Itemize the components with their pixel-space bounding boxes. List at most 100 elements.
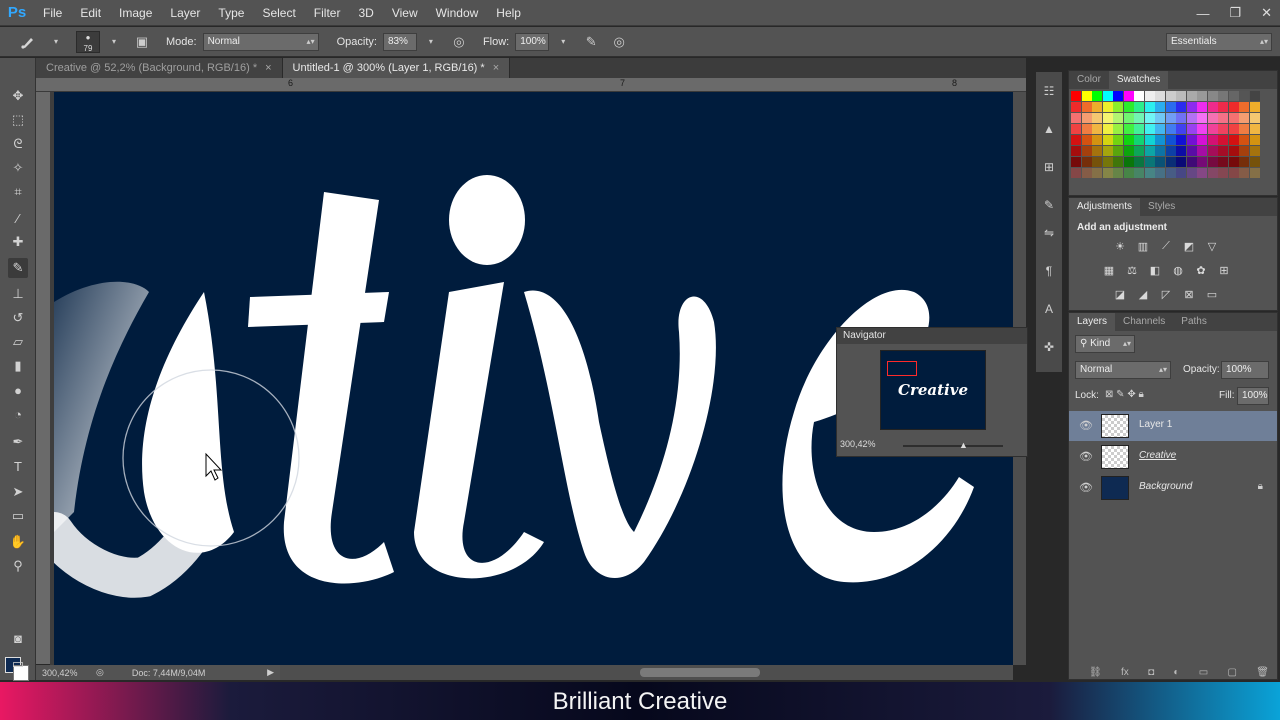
menu-select[interactable]: Select [253, 0, 304, 26]
swatch-color[interactable] [1155, 146, 1165, 156]
vibrance-icon[interactable]: ▽ [1204, 240, 1220, 256]
flow-field[interactable]: 100% [515, 32, 550, 51]
swatch-color[interactable] [1207, 91, 1218, 101]
swatch-color[interactable] [1186, 135, 1197, 145]
swatch-color[interactable] [1197, 146, 1207, 156]
swatch-color[interactable] [1228, 157, 1239, 167]
swatch-color[interactable] [1186, 124, 1197, 134]
swatch-color[interactable] [1134, 102, 1144, 112]
layer-name[interactable]: Background [1139, 481, 1192, 492]
swatch-color[interactable] [1102, 113, 1113, 123]
swatch-color[interactable] [1249, 157, 1260, 167]
navigator-icon[interactable]: ✜ [1040, 340, 1058, 358]
swatch-color[interactable] [1249, 102, 1260, 112]
swatch-color[interactable] [1134, 168, 1144, 178]
swatch-color[interactable] [1239, 135, 1249, 145]
swatch-color[interactable] [1102, 146, 1113, 156]
history-brush-tool-icon[interactable]: ↺ [8, 308, 28, 328]
swatch-color[interactable] [1228, 135, 1239, 145]
swatch-color[interactable] [1102, 157, 1113, 167]
eyedropper-tool-icon[interactable]: ⁄ [8, 208, 28, 228]
swatch-color[interactable] [1155, 102, 1165, 112]
eye-icon[interactable]: 👁︎ [1079, 419, 1093, 432]
swatch-color[interactable] [1176, 124, 1186, 134]
swatch-color[interactable] [1081, 102, 1092, 112]
lock-pixels-icon[interactable]: ⊠ ✎ ✥ 🔒︎ [1105, 389, 1144, 400]
move-tool-icon[interactable]: ✥ [8, 86, 28, 106]
adjustment-layer-icon[interactable]: ◐ [1173, 667, 1179, 678]
swatch-color[interactable] [1228, 146, 1239, 156]
swatch-color[interactable] [1207, 102, 1218, 112]
swatch-color[interactable] [1071, 135, 1081, 145]
swatch-color[interactable] [1218, 91, 1228, 101]
swatch-color[interactable] [1113, 157, 1123, 167]
actions-icon[interactable]: ▲ [1040, 122, 1058, 140]
swatch-color[interactable] [1081, 146, 1092, 156]
play-icon[interactable]: ▶ [267, 667, 274, 678]
layer-row-creative[interactable]: 👁︎ Creative [1069, 442, 1277, 472]
swatch-color[interactable] [1207, 168, 1218, 178]
marquee-tool-icon[interactable]: ⬚ [8, 110, 28, 130]
tab-paths[interactable]: Paths [1173, 313, 1215, 331]
swatch-color[interactable] [1207, 146, 1218, 156]
brush-tool-icon[interactable]: ✎ [8, 258, 28, 278]
swatch-color[interactable] [1249, 146, 1260, 156]
layer-opacity-field[interactable]: 100% [1221, 361, 1269, 379]
chevron-down-icon[interactable]: ▾ [421, 32, 441, 52]
scroll-thumb[interactable] [640, 668, 760, 677]
swatch-color[interactable] [1123, 102, 1134, 112]
swatch-color[interactable] [1081, 157, 1092, 167]
slider-handle-icon[interactable]: ▲ [959, 440, 968, 450]
swatch-color[interactable] [1144, 102, 1155, 112]
chevron-down-icon[interactable]: ▾ [104, 32, 124, 52]
swatch-color[interactable] [1134, 113, 1144, 123]
swatch-color[interactable] [1071, 157, 1081, 167]
swatch-color[interactable] [1113, 168, 1123, 178]
properties-icon[interactable]: ⊞ [1040, 160, 1058, 178]
shape-tool-icon[interactable]: ▭ [8, 506, 28, 526]
gradient-map-icon[interactable]: ▭ [1204, 288, 1220, 304]
curves-icon[interactable]: ⟋ [1158, 240, 1174, 256]
menu-file[interactable]: File [34, 0, 71, 26]
brush-tool-icon[interactable] [18, 32, 38, 52]
swatch-color[interactable] [1081, 168, 1092, 178]
trash-icon[interactable]: 🗑︎ [1256, 667, 1269, 678]
swatch-color[interactable] [1113, 135, 1123, 145]
swatch-color[interactable] [1165, 135, 1176, 145]
quick-select-tool-icon[interactable]: ✧ [8, 158, 28, 178]
brightness-icon[interactable]: ☀ [1112, 240, 1128, 256]
character-icon[interactable]: A [1040, 302, 1058, 320]
swatch-color[interactable] [1123, 124, 1134, 134]
swatch-color[interactable] [1102, 135, 1113, 145]
swatch-color[interactable] [1176, 113, 1186, 123]
stamp-tool-icon[interactable]: ⊥ [8, 284, 28, 304]
history-icon[interactable]: ☷ [1040, 84, 1058, 102]
swatch-color[interactable] [1071, 102, 1081, 112]
zoom-tool-icon[interactable]: ⚲ [8, 556, 28, 576]
layer-kind-filter[interactable]: ⚲ Kind ▴▾ [1075, 335, 1135, 353]
add-mask-icon[interactable]: ◘ [1148, 667, 1154, 678]
swatch-color[interactable] [1239, 102, 1249, 112]
menu-window[interactable]: Window [427, 0, 488, 26]
chevron-down-icon[interactable]: ▾ [553, 32, 573, 52]
swatch-color[interactable] [1186, 168, 1197, 178]
swatch-color[interactable] [1207, 113, 1218, 123]
swatch-color[interactable] [1155, 113, 1165, 123]
type-tool-icon[interactable]: T [8, 456, 28, 476]
swatch-color[interactable] [1134, 135, 1144, 145]
swatch-color[interactable] [1239, 124, 1249, 134]
swatch-color[interactable] [1113, 91, 1123, 101]
pen-tool-icon[interactable]: ✒ [8, 432, 28, 452]
horizontal-scrollbar[interactable] [280, 665, 1013, 680]
swatch-color[interactable] [1081, 135, 1092, 145]
swatch-color[interactable] [1144, 135, 1155, 145]
tab-styles[interactable]: Styles [1140, 198, 1183, 216]
brush-panel-icon[interactable]: ▣ [132, 32, 152, 52]
threshold-icon[interactable]: ◸ [1158, 288, 1174, 304]
swatch-color[interactable] [1186, 102, 1197, 112]
hue-saturation-icon[interactable]: ▦ [1101, 264, 1117, 280]
menu-help[interactable]: Help [487, 0, 530, 26]
gradient-tool-icon[interactable]: ▮ [8, 356, 28, 376]
swatch-color[interactable] [1165, 102, 1176, 112]
menu-layer[interactable]: Layer [161, 0, 209, 26]
